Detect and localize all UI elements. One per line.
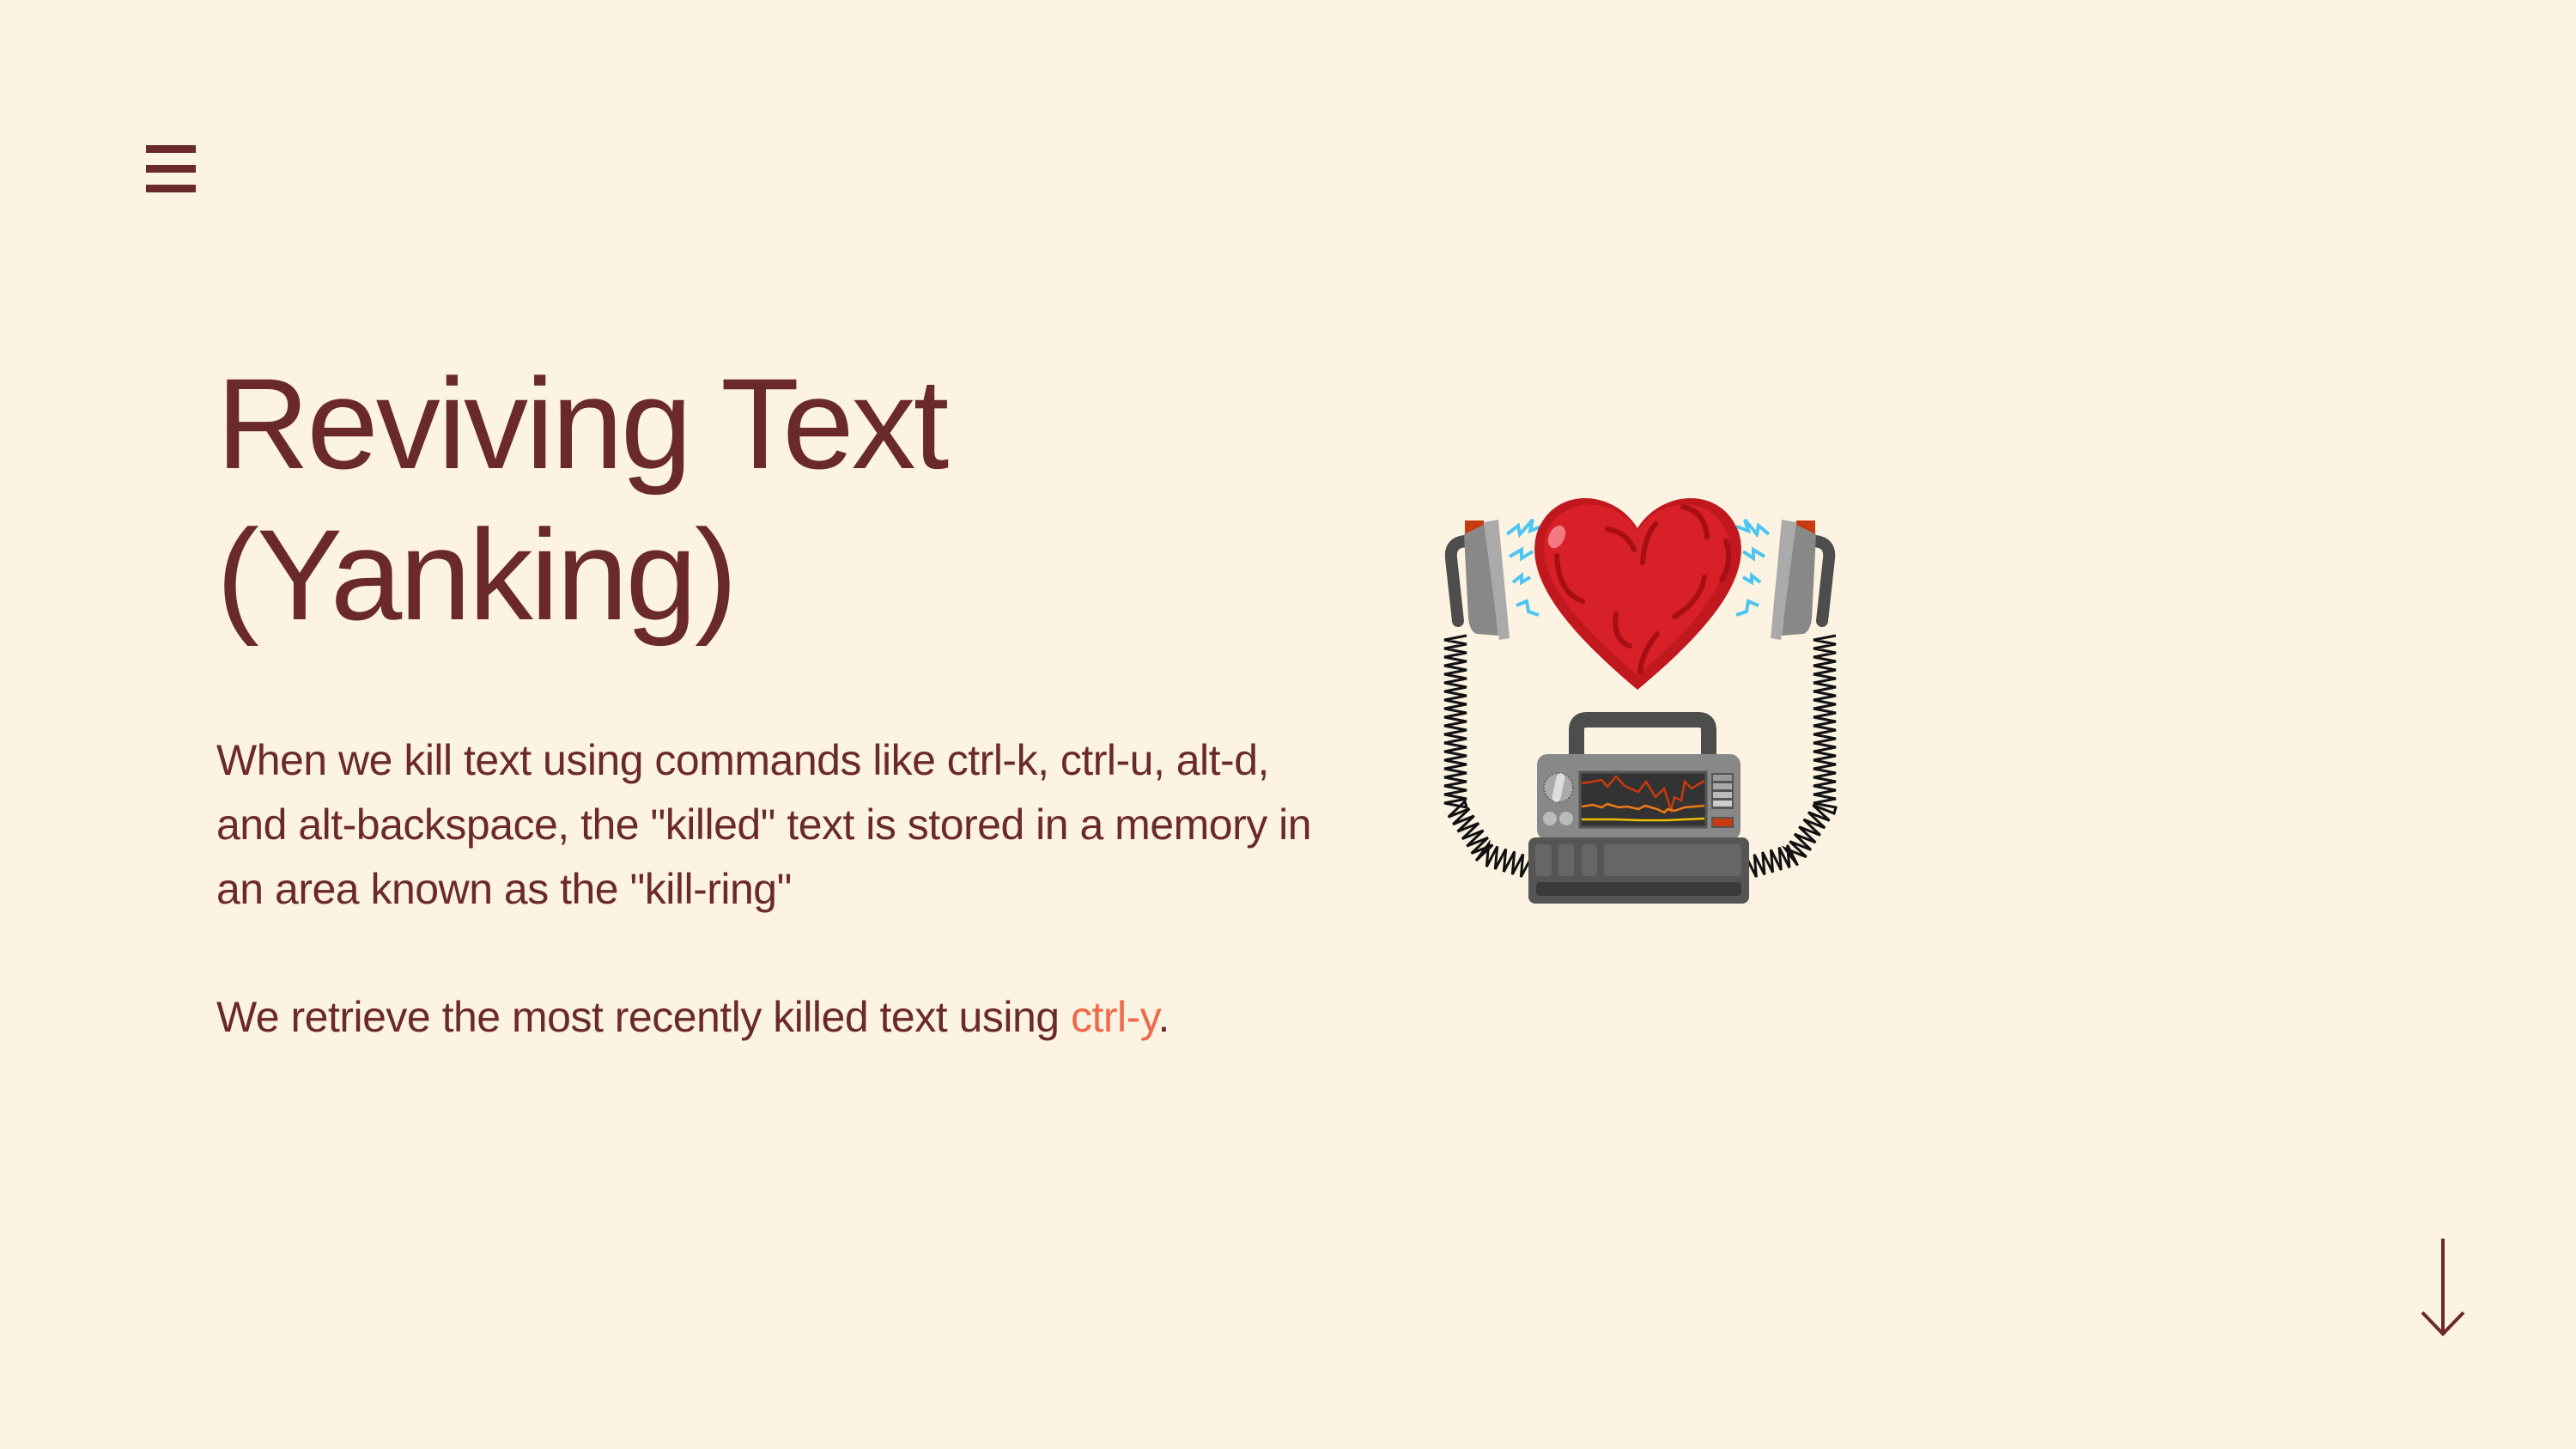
arrow-down-icon[interactable]: [2417, 1237, 2469, 1338]
kill-ring-paragraph: When we kill text using commands like ct…: [216, 736, 1312, 913]
right-paddle-icon: [1771, 520, 1836, 640]
left-paddle-icon: [1444, 520, 1510, 640]
hamburger-icon-bar: [146, 145, 196, 153]
hamburger-icon-bar: [146, 185, 196, 192]
yank-text: We retrieve the most recently killed tex…: [216, 993, 1071, 1041]
hamburger-icon-bar: [146, 165, 196, 173]
hamburger-menu-button[interactable]: [144, 142, 199, 197]
title-line-2: (Yanking): [216, 502, 738, 647]
right-cable-icon: [1745, 634, 1838, 878]
title-line-1: Reviving Text: [216, 351, 949, 496]
left-cable-icon: [1443, 634, 1534, 878]
heart-icon: [1534, 498, 1741, 690]
yank-suffix: .: [1157, 993, 1170, 1041]
page-title: Reviving Text (Yanking): [216, 348, 949, 650]
defibrillator-machine-icon: [1528, 712, 1749, 904]
yank-paragraph: We retrieve the most recently killed tex…: [216, 985, 1350, 1050]
defibrillator-heart-illustration: [1443, 498, 1838, 904]
ctrl-y-highlight: ctrl-y: [1070, 993, 1158, 1041]
